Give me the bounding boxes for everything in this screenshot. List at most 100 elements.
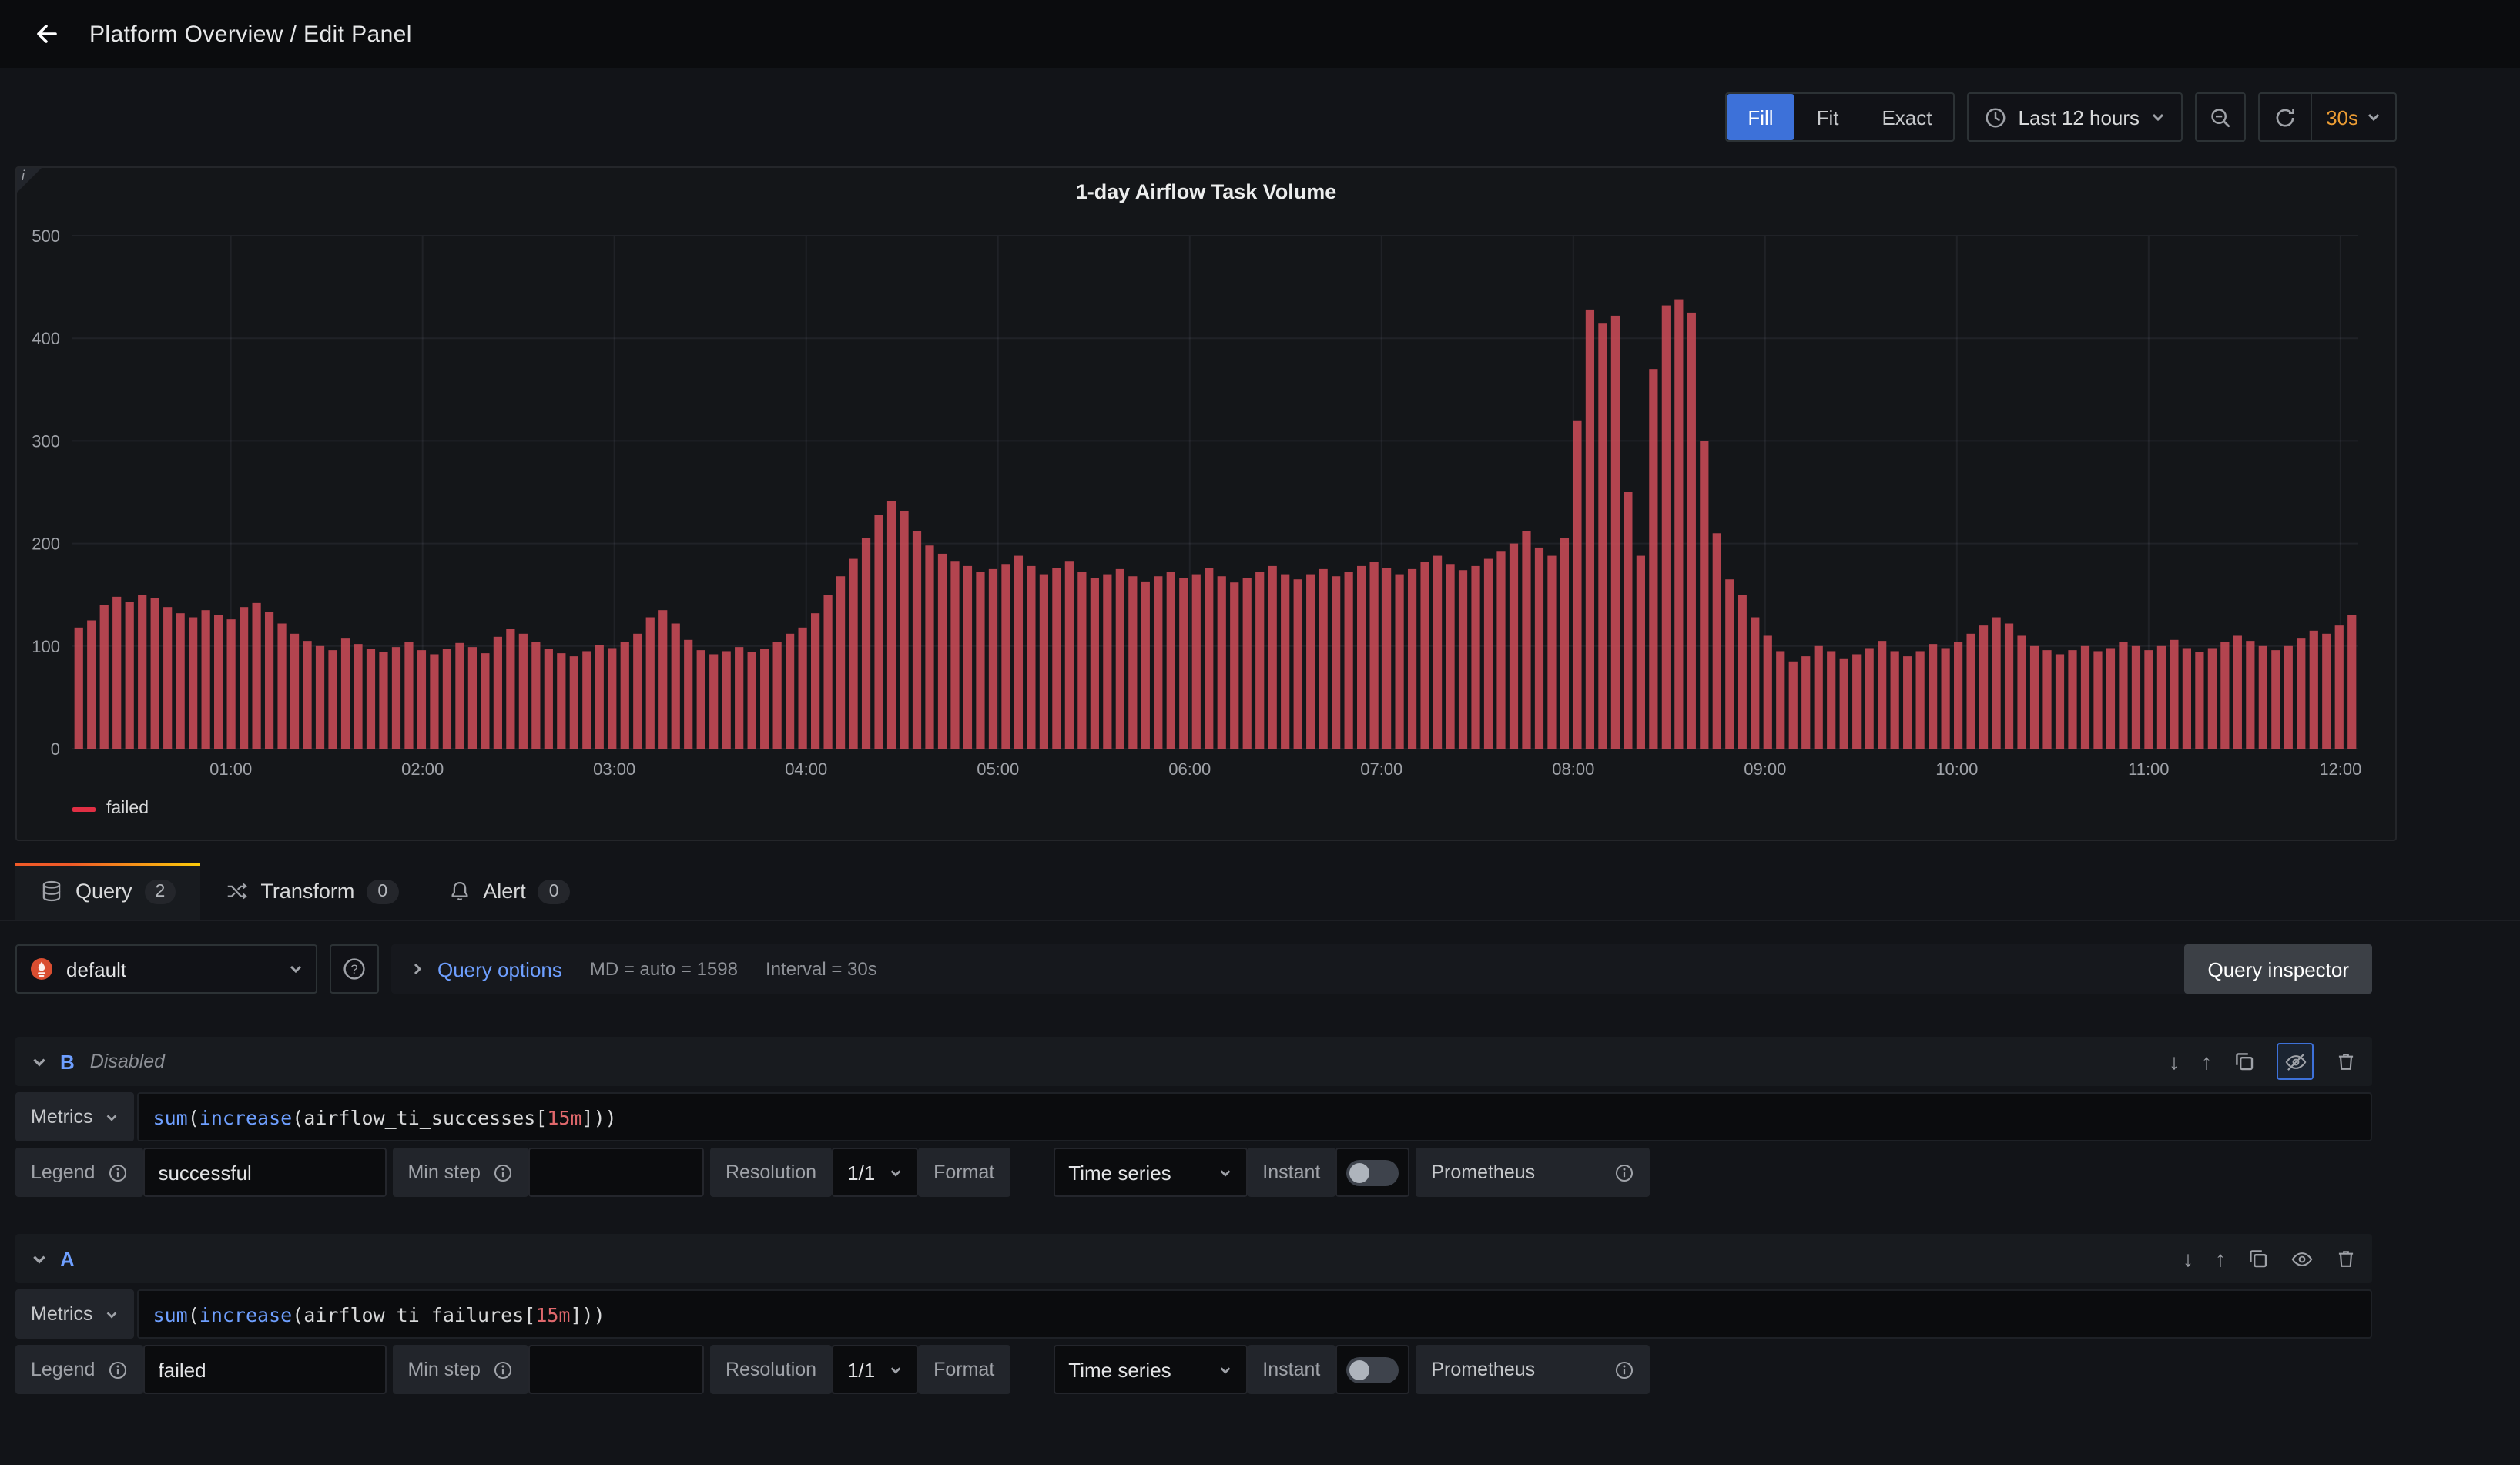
query-actions: ↓ ↑: [2183, 1246, 2357, 1271]
instant-label: Instant: [1262, 1162, 1320, 1183]
query-inspector-button[interactable]: Query inspector: [2184, 944, 2372, 994]
chart-svg[interactable]: 010020030040050001:0002:0003:0004:0005:0…: [17, 214, 2380, 787]
interval-summary: Interval = 30s: [766, 958, 877, 980]
svg-text:10:00: 10:00: [1935, 759, 1978, 779]
tab-count-badge: 0: [538, 879, 570, 903]
info-circle-icon: [493, 1359, 513, 1380]
metrics-label: Metrics: [31, 1106, 93, 1128]
resolution-select[interactable]: 1/1: [832, 1148, 918, 1197]
resolution-value: 1/1: [847, 1161, 875, 1184]
move-up-button[interactable]: ↑: [2201, 1049, 2212, 1074]
time-range-label: Last 12 hours: [2019, 106, 2140, 129]
query-header[interactable]: B Disabled ↓ ↑: [15, 1037, 2372, 1086]
database-icon: [40, 880, 63, 903]
query-row-a: A ↓ ↑: [15, 1234, 2372, 1394]
legend-item[interactable]: failed: [72, 795, 2395, 823]
tab-query[interactable]: Query 2: [15, 863, 200, 920]
trash-icon: [2335, 1051, 2357, 1072]
chevron-down-icon: [1218, 1363, 1232, 1376]
refresh-interval-label: 30s: [2326, 106, 2358, 129]
query-options-link[interactable]: Query options: [437, 957, 562, 981]
panel-info-corner[interactable]: [17, 168, 42, 193]
min-step-input[interactable]: [528, 1148, 704, 1197]
arrow-left-icon: [32, 20, 60, 48]
clock-icon: [1985, 106, 2008, 129]
zoom-out-button[interactable]: [2195, 92, 2246, 142]
eye-icon: [2290, 1247, 2314, 1270]
svg-text:100: 100: [32, 637, 60, 656]
format-select[interactable]: Time series: [1053, 1345, 1247, 1394]
svg-text:07:00: 07:00: [1360, 759, 1402, 779]
fit-mode-fit[interactable]: Fit: [1795, 94, 1861, 140]
tab-label: Transform: [260, 880, 354, 903]
svg-text:500: 500: [32, 226, 60, 246]
duplicate-button[interactable]: [2247, 1248, 2269, 1269]
svg-text:200: 200: [32, 535, 60, 554]
min-step-label: Min step: [407, 1359, 481, 1380]
metrics-dropdown[interactable]: Metrics: [15, 1092, 135, 1141]
remove-button[interactable]: [2335, 1248, 2357, 1269]
zoom-out-icon: [2209, 106, 2232, 129]
chevron-down-icon: [106, 1307, 119, 1321]
editor-tabs: Query 2 Transform 0 Alert 0: [0, 863, 2520, 921]
query-options-strip: Query options MD = auto = 1598 Interval …: [391, 944, 2372, 994]
page-header: Platform Overview / Edit Panel: [0, 0, 2520, 68]
remove-button[interactable]: [2335, 1051, 2357, 1072]
trash-icon: [2335, 1248, 2357, 1269]
metrics-dropdown[interactable]: Metrics: [15, 1289, 135, 1339]
query-expression-input[interactable]: sum(increase(airflow_ti_failures[15m])): [138, 1289, 2372, 1339]
disable-toggle-button[interactable]: [2277, 1043, 2314, 1080]
resolution-label: Resolution: [726, 1162, 816, 1183]
chevron-down-icon: [288, 961, 303, 977]
time-range-picker[interactable]: Last 12 hours: [1968, 92, 2183, 142]
datasource-help-button[interactable]: ?: [330, 944, 379, 994]
format-select[interactable]: Time series: [1053, 1148, 1247, 1197]
svg-text:400: 400: [32, 329, 60, 348]
fit-mode-group: Fill Fit Exact: [1724, 92, 1955, 142]
datasource-label: default: [66, 957, 276, 981]
resolution-chip: Resolution: [710, 1148, 832, 1197]
tab-alert[interactable]: Alert 0: [423, 863, 594, 920]
info-circle-icon: [107, 1162, 127, 1182]
legend-input[interactable]: [142, 1148, 386, 1197]
disable-toggle-button[interactable]: [2290, 1247, 2314, 1270]
chevron-down-icon[interactable]: [31, 1250, 48, 1267]
resolution-chip: Resolution: [710, 1345, 832, 1394]
query-options-row: Legend Min step Resolution 1/1 Format: [15, 1148, 2372, 1197]
chevron-down-icon: [2150, 109, 2166, 125]
info-circle-icon: [1614, 1359, 1634, 1380]
instant-toggle[interactable]: [1335, 1148, 1409, 1197]
resolution-select[interactable]: 1/1: [832, 1345, 918, 1394]
query-expression-input[interactable]: sum(increase(airflow_ti_successes[15m])): [138, 1092, 2372, 1141]
datasource-picker[interactable]: default: [15, 944, 317, 994]
prometheus-icon: [29, 957, 54, 981]
back-button[interactable]: [25, 12, 68, 55]
min-step-input[interactable]: [528, 1345, 704, 1394]
copy-icon: [2233, 1051, 2255, 1072]
svg-text:09:00: 09:00: [1744, 759, 1786, 779]
fit-mode-fill[interactable]: Fill: [1726, 94, 1794, 140]
move-up-button[interactable]: ↑: [2215, 1246, 2226, 1271]
duplicate-button[interactable]: [2233, 1051, 2255, 1072]
min-step-label: Min step: [407, 1162, 481, 1183]
legend-label-chip: Legend: [15, 1345, 142, 1394]
query-ref-label: A: [60, 1247, 75, 1270]
resolution-label: Resolution: [726, 1359, 816, 1380]
tab-transform[interactable]: Transform 0: [200, 863, 423, 920]
chevron-down-icon[interactable]: [31, 1053, 48, 1070]
fit-mode-exact[interactable]: Exact: [1860, 94, 1953, 140]
move-down-button[interactable]: ↓: [2183, 1246, 2193, 1271]
move-down-button[interactable]: ↓: [2169, 1049, 2180, 1074]
instant-chip: Instant: [1247, 1345, 1335, 1394]
legend-input[interactable]: [142, 1345, 386, 1394]
refresh-interval-dropdown[interactable]: 30s: [2312, 94, 2395, 140]
panel-toolbar: Fill Fit Exact Last 12 hours: [0, 68, 2520, 142]
instant-label: Instant: [1262, 1359, 1320, 1380]
instant-toggle[interactable]: [1335, 1345, 1409, 1394]
info-circle-icon: [493, 1162, 513, 1182]
format-label: Format: [933, 1162, 994, 1183]
format-chip: Format: [918, 1148, 1010, 1197]
chevron-right-icon[interactable]: [410, 961, 425, 977]
query-header[interactable]: A ↓ ↑: [15, 1234, 2372, 1283]
refresh-button[interactable]: [2260, 94, 2311, 140]
